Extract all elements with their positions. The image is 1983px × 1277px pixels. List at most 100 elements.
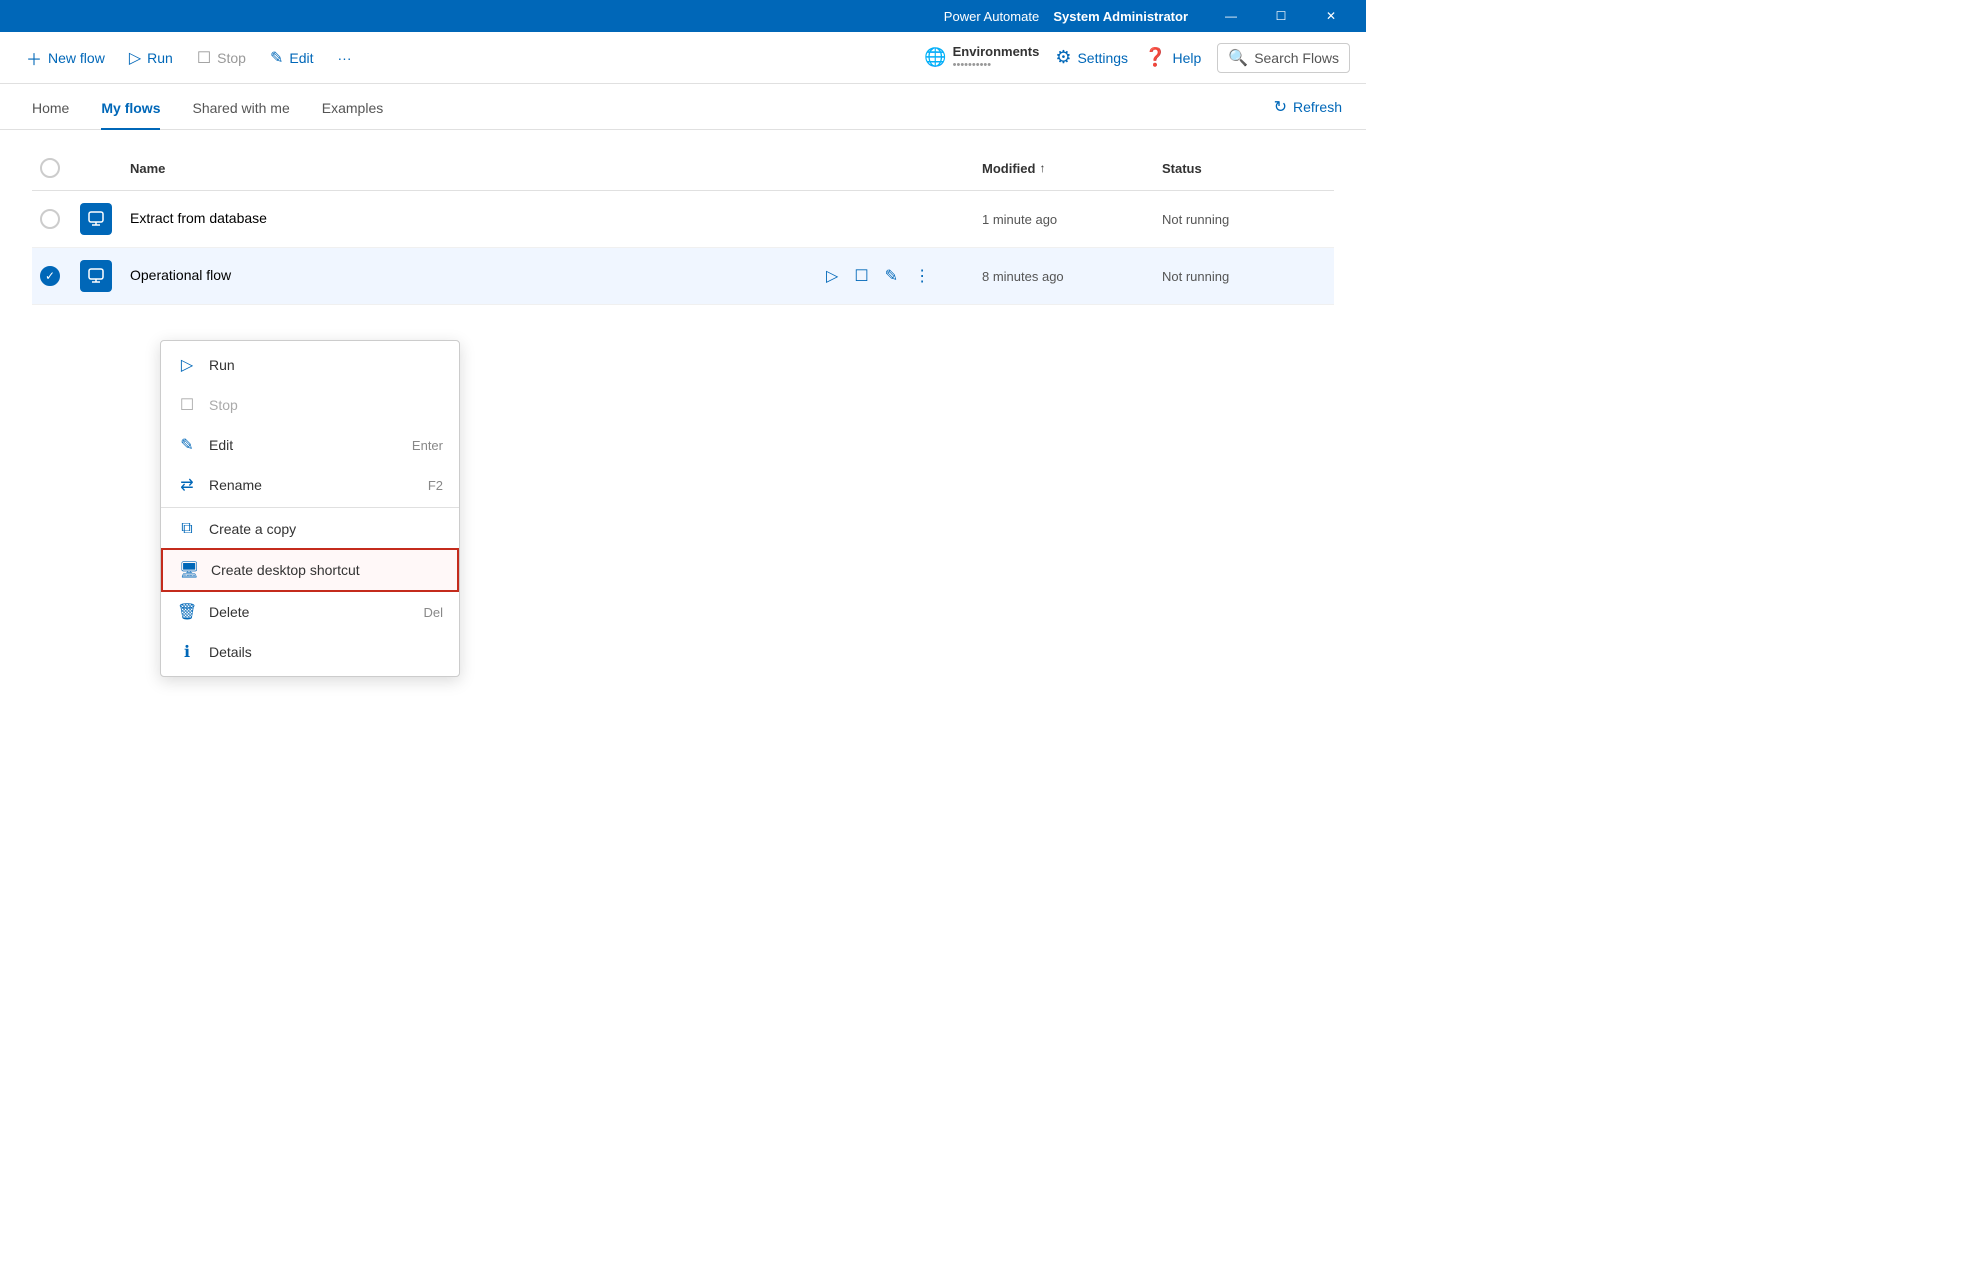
ctx-item-icon: ▷ xyxy=(177,355,197,375)
flow-icon xyxy=(80,203,112,235)
row-check-cell xyxy=(32,191,72,248)
title-bar: Power Automate System Administrator — ☐ … xyxy=(0,0,1366,32)
row-name-cell: Extract from database xyxy=(122,191,814,248)
ctx-item-icon: 🗑 xyxy=(177,602,197,622)
row-actions: ▷ ☐ ✎ ⋮ xyxy=(822,262,966,290)
maximize-button[interactable]: ☐ xyxy=(1258,0,1304,32)
col-header-check xyxy=(32,146,72,191)
tab-my-flows[interactable]: My flows xyxy=(101,84,160,130)
title-bar-controls: System Administrator — ☐ ✕ xyxy=(1053,0,1354,32)
help-label: Help xyxy=(1172,50,1201,66)
row-stop-icon[interactable]: ☐ xyxy=(850,262,872,290)
search-label: Search Flows xyxy=(1254,50,1339,66)
col-header-status: Status xyxy=(1154,146,1334,191)
row-edit-icon[interactable]: ✎ xyxy=(881,262,902,290)
content-area: Name Modified ↑ Status xyxy=(0,130,1366,768)
close-button[interactable]: ✕ xyxy=(1308,0,1354,32)
context-menu-item[interactable]: 🖥 Create desktop shortcut xyxy=(161,548,459,592)
ctx-item-label: Rename xyxy=(209,477,262,493)
row-more-icon[interactable]: ⋮ xyxy=(910,262,934,290)
settings-label: Settings xyxy=(1077,50,1128,66)
context-menu-item[interactable]: ✎ Edit Enter xyxy=(161,425,459,465)
context-menu: ▷ Run ☐ Stop ✎ Edit Enter ⇄ Rename F2 ⧉ … xyxy=(160,340,460,677)
context-menu-item[interactable]: ℹ Details xyxy=(161,632,459,672)
ctx-item-label: Run xyxy=(209,357,235,373)
plus-icon: ＋ xyxy=(26,46,42,70)
shortcut-label: F2 xyxy=(428,478,443,493)
context-menu-item[interactable]: 🗑 Delete Del xyxy=(161,592,459,632)
new-flow-label: New flow xyxy=(48,50,105,66)
row-actions-cell: ▷ ☐ ✎ ⋮ xyxy=(814,248,974,305)
ctx-item-label: Stop xyxy=(209,397,238,413)
tab-home[interactable]: Home xyxy=(32,84,69,130)
stop-icon: ☐ xyxy=(197,48,211,68)
refresh-button[interactable]: ↻ Refresh xyxy=(1274,97,1342,117)
search-box[interactable]: 🔍 Search Flows xyxy=(1217,43,1350,73)
row-actions-cell xyxy=(814,191,974,248)
context-menu-item[interactable]: ▷ Run xyxy=(161,345,459,385)
tab-navigation: Home My flows Shared with me Examples ↻ … xyxy=(0,84,1366,130)
edit-label: Edit xyxy=(289,50,313,66)
environment-value: •••••••••• xyxy=(953,59,1040,71)
row-checkbox[interactable] xyxy=(40,209,60,229)
row-check-cell: ✓ xyxy=(32,248,72,305)
ctx-item-label: Details xyxy=(209,644,252,660)
more-button[interactable]: ··· xyxy=(328,44,362,72)
minimize-button[interactable]: — xyxy=(1208,0,1254,32)
settings-icon: ⚙ xyxy=(1055,47,1071,68)
user-name: System Administrator xyxy=(1053,9,1188,24)
main-content: Home My flows Shared with me Examples ↻ … xyxy=(0,84,1366,768)
tab-examples[interactable]: Examples xyxy=(322,84,383,130)
shortcut-label: Enter xyxy=(412,438,443,453)
context-menu-item[interactable]: ⇄ Rename F2 xyxy=(161,465,459,505)
new-flow-button[interactable]: ＋ New flow xyxy=(16,40,115,76)
tab-shared-with-me[interactable]: Shared with me xyxy=(192,84,289,130)
context-menu-item[interactable]: ⧉ Create a copy xyxy=(161,510,459,548)
ctx-item-icon: ✎ xyxy=(177,435,197,455)
col-header-name[interactable]: Name xyxy=(122,146,814,191)
row-modified-cell: 1 minute ago xyxy=(974,191,1154,248)
settings-button[interactable]: ⚙ Settings xyxy=(1055,47,1128,68)
run-icon: ▷ xyxy=(129,48,141,68)
toolbar: ＋ New flow ▷ Run ☐ Stop ✎ Edit ··· 🌐 Env… xyxy=(0,32,1366,84)
globe-icon: 🌐 xyxy=(924,47,946,68)
search-icon: 🔍 xyxy=(1228,48,1248,68)
ctx-item-icon: ☐ xyxy=(177,395,197,415)
row-modified-cell: 8 minutes ago xyxy=(974,248,1154,305)
help-button[interactable]: ❓ Help xyxy=(1144,47,1201,68)
ctx-item-icon: 🖥 xyxy=(179,560,199,580)
ctx-item-icon: ⇄ xyxy=(177,475,197,495)
row-run-icon[interactable]: ▷ xyxy=(822,262,842,290)
edit-button[interactable]: ✎ Edit xyxy=(260,42,324,74)
refresh-label: Refresh xyxy=(1293,99,1342,115)
select-all-checkbox[interactable] xyxy=(40,158,60,178)
shortcut-label: Del xyxy=(423,605,443,620)
run-button[interactable]: ▷ Run xyxy=(119,42,183,74)
flow-name: Operational flow xyxy=(130,267,231,283)
run-label: Run xyxy=(147,50,173,66)
environments-label: Environments xyxy=(953,44,1040,59)
flow-name: Extract from database xyxy=(130,210,267,226)
row-status-cell: Not running xyxy=(1154,248,1334,305)
help-icon: ❓ xyxy=(1144,47,1166,68)
edit-icon: ✎ xyxy=(270,48,283,68)
row-icon-cell xyxy=(72,191,122,248)
table-row[interactable]: ✓ Operational flow ▷ ☐ ✎ ⋮ 8 minutes ago… xyxy=(32,248,1334,305)
more-label: ··· xyxy=(338,50,352,66)
app-title: Power Automate xyxy=(944,9,1039,24)
sort-icon: ↑ xyxy=(1039,161,1045,175)
row-name-cell: Operational flow xyxy=(122,248,814,305)
toolbar-right: 🌐 Environments •••••••••• ⚙ Settings ❓ H… xyxy=(924,43,1350,73)
flows-table: Name Modified ↑ Status xyxy=(32,146,1334,305)
flow-icon xyxy=(80,260,112,292)
ctx-item-label: Create desktop shortcut xyxy=(211,562,360,578)
col-header-modified[interactable]: Modified ↑ xyxy=(974,146,1154,191)
ctx-item-label: Delete xyxy=(209,604,249,620)
ctx-item-label: Create a copy xyxy=(209,521,296,537)
ctx-item-label: Edit xyxy=(209,437,233,453)
table-row[interactable]: Extract from database 1 minute ago Not r… xyxy=(32,191,1334,248)
environments-button[interactable]: 🌐 Environments •••••••••• xyxy=(924,44,1039,71)
context-menu-item: ☐ Stop xyxy=(161,385,459,425)
stop-button[interactable]: ☐ Stop xyxy=(187,42,256,74)
row-checkbox[interactable]: ✓ xyxy=(40,266,60,286)
